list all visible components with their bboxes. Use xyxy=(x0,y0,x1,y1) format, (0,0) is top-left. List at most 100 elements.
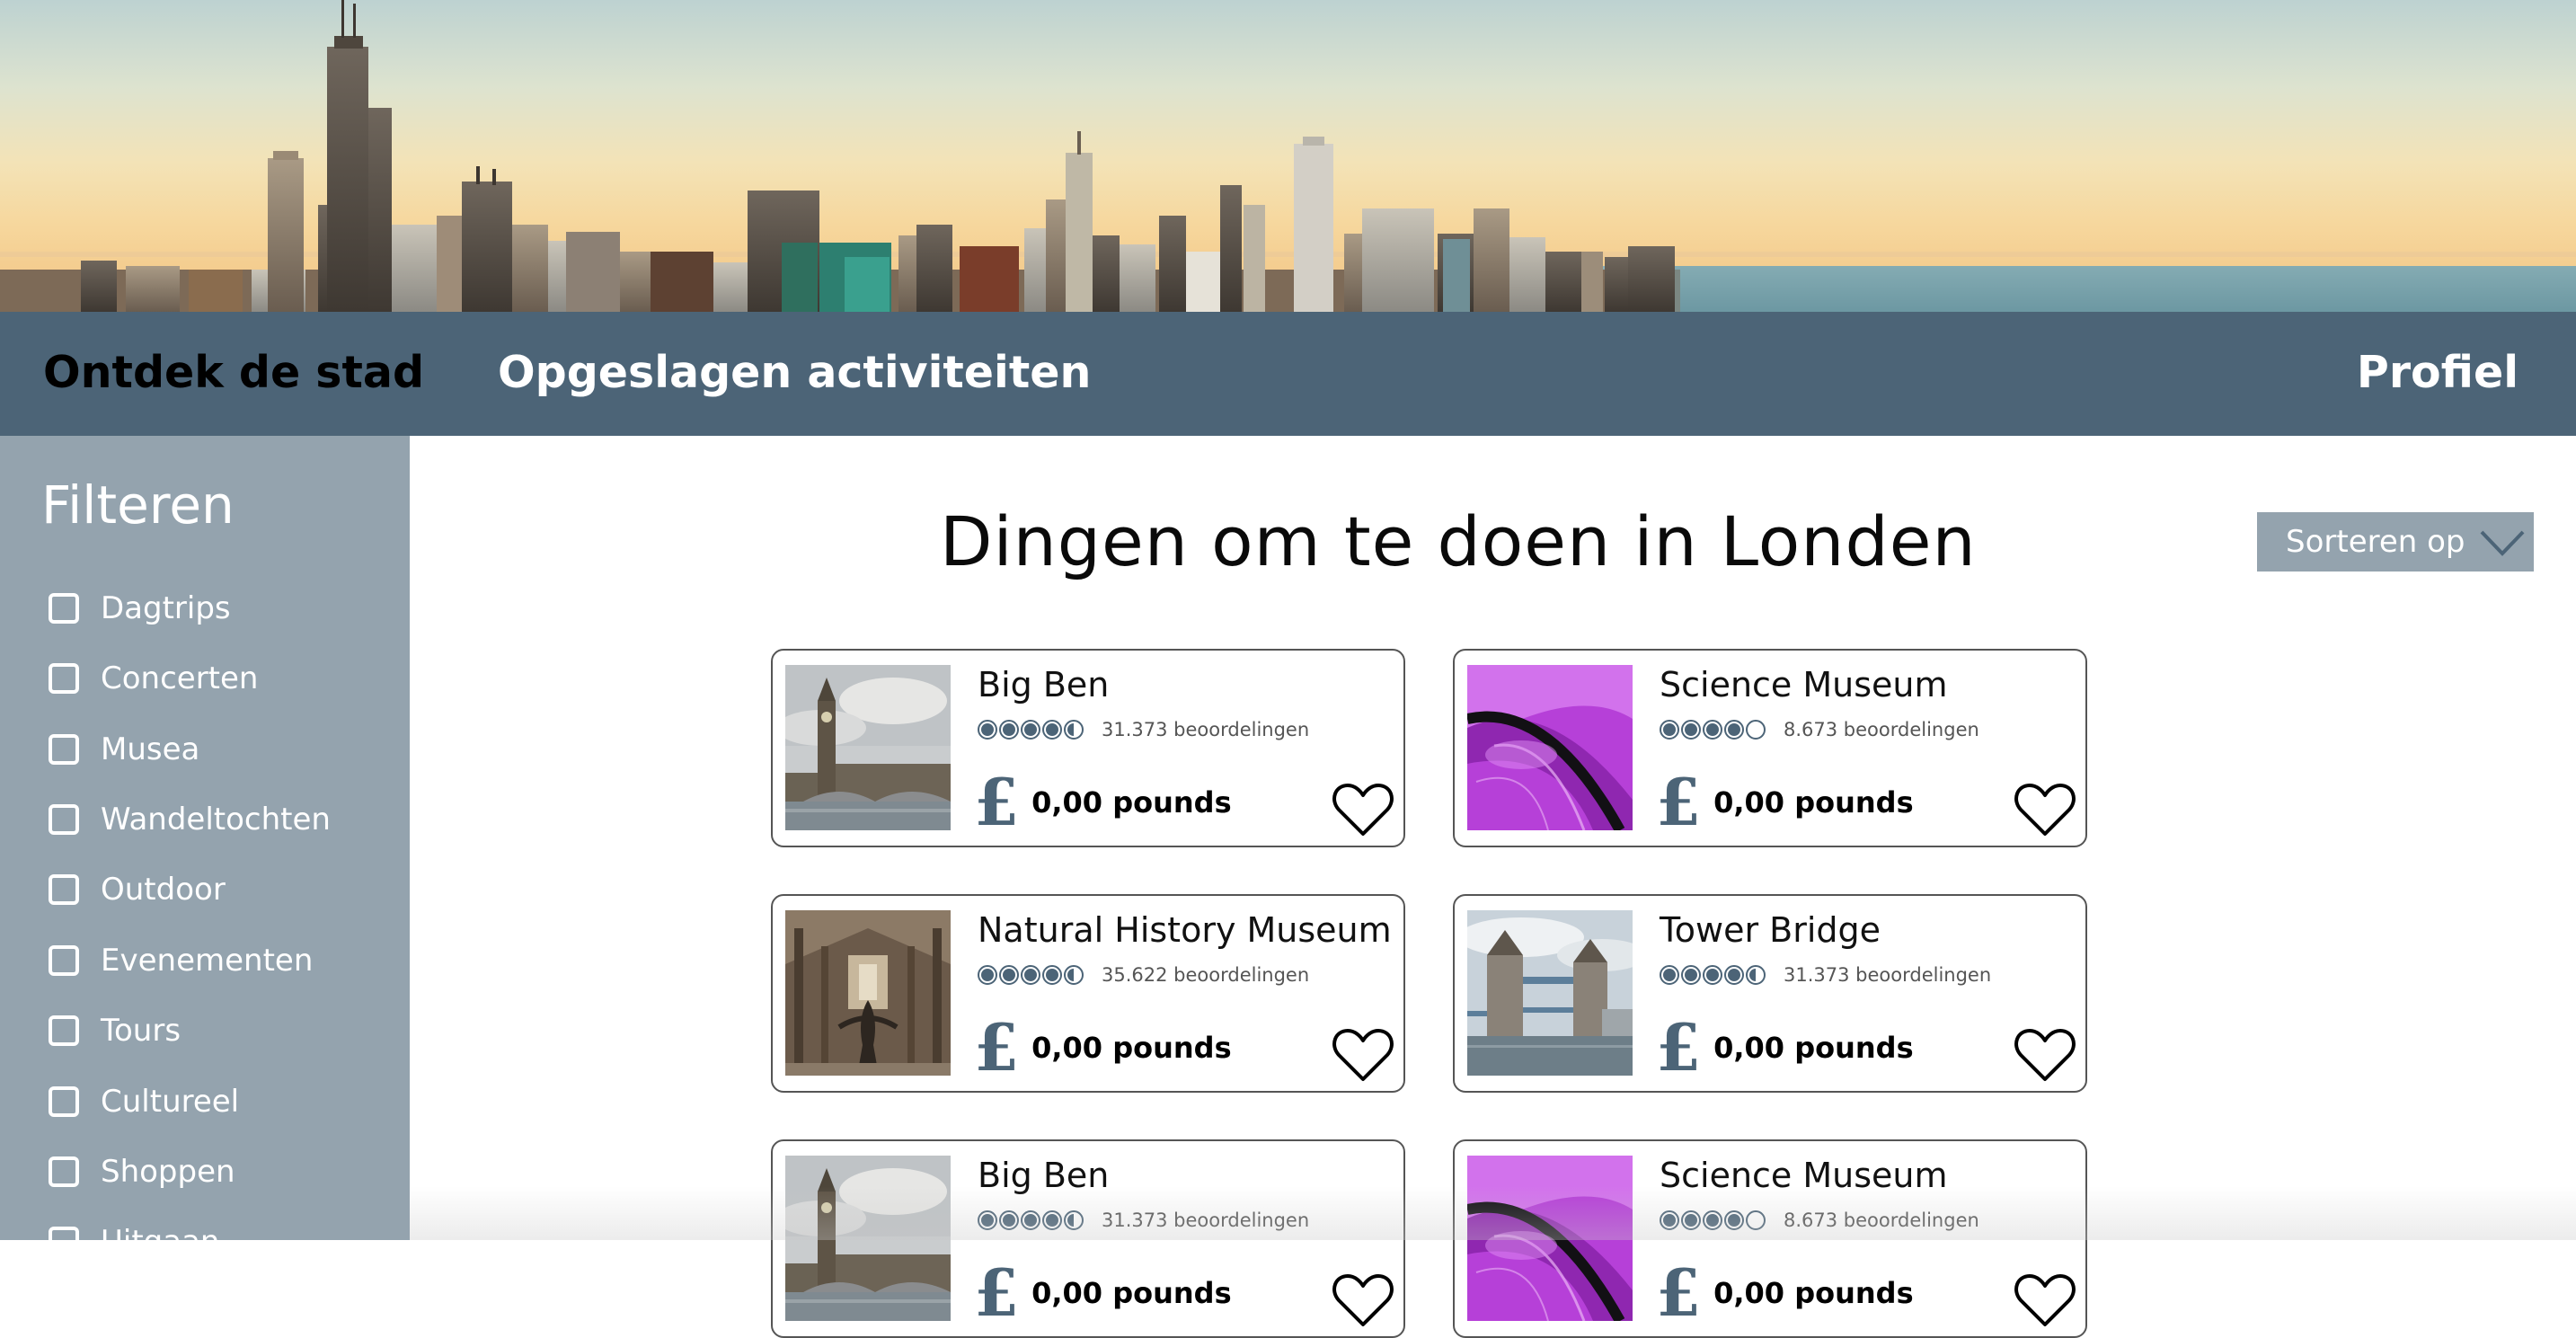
rating: 8.673 beoordelingen xyxy=(1660,719,1979,740)
filter-label: Shoppen xyxy=(101,1154,235,1190)
filter-label: Outdoor xyxy=(101,872,226,908)
filter-label: Tours xyxy=(101,1013,181,1049)
filter-uitgaan[interactable]: Uitgaan xyxy=(49,1222,219,1240)
activity-image xyxy=(1467,910,1633,1076)
filter-label: Uitgaan xyxy=(101,1224,219,1240)
chevron-down-icon xyxy=(2480,530,2525,556)
review-count: 31.373 beoordelingen xyxy=(1784,964,1992,986)
review-count: 8.673 beoordelingen xyxy=(1784,719,1979,740)
heart-icon[interactable] xyxy=(1332,1027,1394,1083)
circle-rating-icon xyxy=(1660,965,1766,985)
pound-icon: £ xyxy=(1656,764,1702,840)
activity-image xyxy=(785,1156,951,1321)
filter-wandeltochten[interactable]: Wandeltochten xyxy=(49,800,331,839)
filter-label: Evenementen xyxy=(101,943,314,979)
activity-image xyxy=(1467,1156,1633,1321)
activity-card[interactable]: Tower Bridge 31.373 beoordelingen £ 0,00… xyxy=(1453,894,2087,1093)
page-title: Dingen om te doen in Londen xyxy=(940,501,1977,581)
checkbox[interactable] xyxy=(49,1227,79,1240)
activity-image xyxy=(785,910,951,1076)
checkbox[interactable] xyxy=(49,663,79,694)
checkbox[interactable] xyxy=(49,804,79,835)
filter-label: Wandeltochten xyxy=(101,802,331,837)
filter-label: Musea xyxy=(101,731,200,767)
filter-dagtrips[interactable]: Dagtrips xyxy=(49,589,231,628)
price-text: 0,00 pounds xyxy=(1031,785,1232,820)
price-text: 0,00 pounds xyxy=(1713,785,1914,820)
pound-icon: £ xyxy=(974,1009,1020,1085)
checkbox[interactable] xyxy=(49,1086,79,1117)
heart-icon[interactable] xyxy=(1332,782,1394,837)
review-count: 31.373 beoordelingen xyxy=(1102,719,1310,740)
review-count: 8.673 beoordelingen xyxy=(1784,1210,1979,1231)
price: £ 0,00 pounds xyxy=(1656,1009,1914,1085)
activity-title[interactable]: Big Ben xyxy=(978,663,1109,706)
price: £ 0,00 pounds xyxy=(1656,764,1914,840)
price: £ 0,00 pounds xyxy=(974,764,1232,840)
heart-icon[interactable] xyxy=(2014,782,2076,837)
filter-evenementen[interactable]: Evenementen xyxy=(49,941,313,980)
filter-sidebar: Filteren Dagtrips Concerten Musea Wandel… xyxy=(0,436,410,1240)
heart-icon[interactable] xyxy=(1332,1272,1394,1328)
filter-label: Concerten xyxy=(101,660,259,696)
filter-concerten[interactable]: Concerten xyxy=(49,659,258,698)
filter-title: Filteren xyxy=(41,474,235,536)
circle-rating-icon xyxy=(1660,720,1766,740)
pound-icon: £ xyxy=(974,1254,1020,1331)
price-text: 0,00 pounds xyxy=(1031,1031,1232,1065)
circle-rating-icon xyxy=(978,1210,1084,1230)
heart-icon[interactable] xyxy=(2014,1027,2076,1083)
pound-icon: £ xyxy=(974,764,1020,840)
top-navigation: Ontdek de stad Opgeslagen activiteiten P… xyxy=(0,312,2576,436)
sort-label: Sorteren op xyxy=(2286,524,2465,560)
pound-icon: £ xyxy=(1656,1254,1702,1331)
rating: 8.673 beoordelingen xyxy=(1660,1210,1979,1231)
activity-title[interactable]: Science Museum xyxy=(1660,663,1948,706)
heart-icon[interactable] xyxy=(2014,1272,2076,1328)
review-count: 31.373 beoordelingen xyxy=(1102,1210,1310,1231)
price: £ 0,00 pounds xyxy=(974,1254,1232,1331)
rating: 31.373 beoordelingen xyxy=(978,719,1309,740)
activity-title[interactable]: Natural History Museum xyxy=(978,908,1392,952)
checkbox[interactable] xyxy=(49,1015,79,1046)
review-count: 35.622 beoordelingen xyxy=(1102,964,1310,986)
checkbox[interactable] xyxy=(49,1156,79,1187)
filter-shoppen[interactable]: Shoppen xyxy=(49,1152,235,1192)
circle-rating-icon xyxy=(1660,1210,1766,1230)
nav-ontdek-de-stad[interactable]: Ontdek de stad xyxy=(43,348,424,398)
hero-skyline-banner xyxy=(0,0,2576,312)
filter-tours[interactable]: Tours xyxy=(49,1011,181,1050)
nav-profiel[interactable]: Profiel xyxy=(2357,348,2518,398)
activity-image xyxy=(785,665,951,830)
filter-outdoor[interactable]: Outdoor xyxy=(49,870,226,909)
nav-opgeslagen-activiteiten[interactable]: Opgeslagen activiteiten xyxy=(498,348,1091,398)
circle-rating-icon xyxy=(978,965,1084,985)
rating: 35.622 beoordelingen xyxy=(978,964,1309,986)
checkbox[interactable] xyxy=(49,593,79,624)
pound-icon: £ xyxy=(1656,1009,1702,1085)
filter-label: Cultureel xyxy=(101,1084,240,1120)
activity-card[interactable]: Big Ben 31.373 beoordelingen £ 0,00 poun… xyxy=(771,649,1405,847)
filter-musea[interactable]: Musea xyxy=(49,730,199,769)
activity-card[interactable]: Science Museum 8.673 beoordelingen £ 0,0… xyxy=(1453,1139,2087,1338)
checkbox[interactable] xyxy=(49,945,79,976)
filter-label: Dagtrips xyxy=(101,590,231,626)
activity-image xyxy=(1467,665,1633,830)
activity-title[interactable]: Science Museum xyxy=(1660,1154,1948,1197)
activity-title[interactable]: Big Ben xyxy=(978,1154,1109,1197)
price-text: 0,00 pounds xyxy=(1031,1276,1232,1310)
price: £ 0,00 pounds xyxy=(974,1009,1232,1085)
filter-cultureel[interactable]: Cultureel xyxy=(49,1082,239,1121)
activity-card[interactable]: Big Ben 31.373 beoordelingen £ 0,00 poun… xyxy=(771,1139,1405,1338)
rating: 31.373 beoordelingen xyxy=(1660,964,1991,986)
rating: 31.373 beoordelingen xyxy=(978,1210,1309,1231)
checkbox[interactable] xyxy=(49,734,79,765)
price: £ 0,00 pounds xyxy=(1656,1254,1914,1331)
circle-rating-icon xyxy=(978,720,1084,740)
checkbox[interactable] xyxy=(49,874,79,905)
activity-title[interactable]: Tower Bridge xyxy=(1660,908,1881,952)
activity-card[interactable]: Natural History Museum 35.622 beoordelin… xyxy=(771,894,1405,1093)
price-text: 0,00 pounds xyxy=(1713,1276,1914,1310)
sort-dropdown[interactable]: Sorteren op xyxy=(2257,512,2534,572)
activity-card[interactable]: Science Museum 8.673 beoordelingen £ 0,0… xyxy=(1453,649,2087,847)
